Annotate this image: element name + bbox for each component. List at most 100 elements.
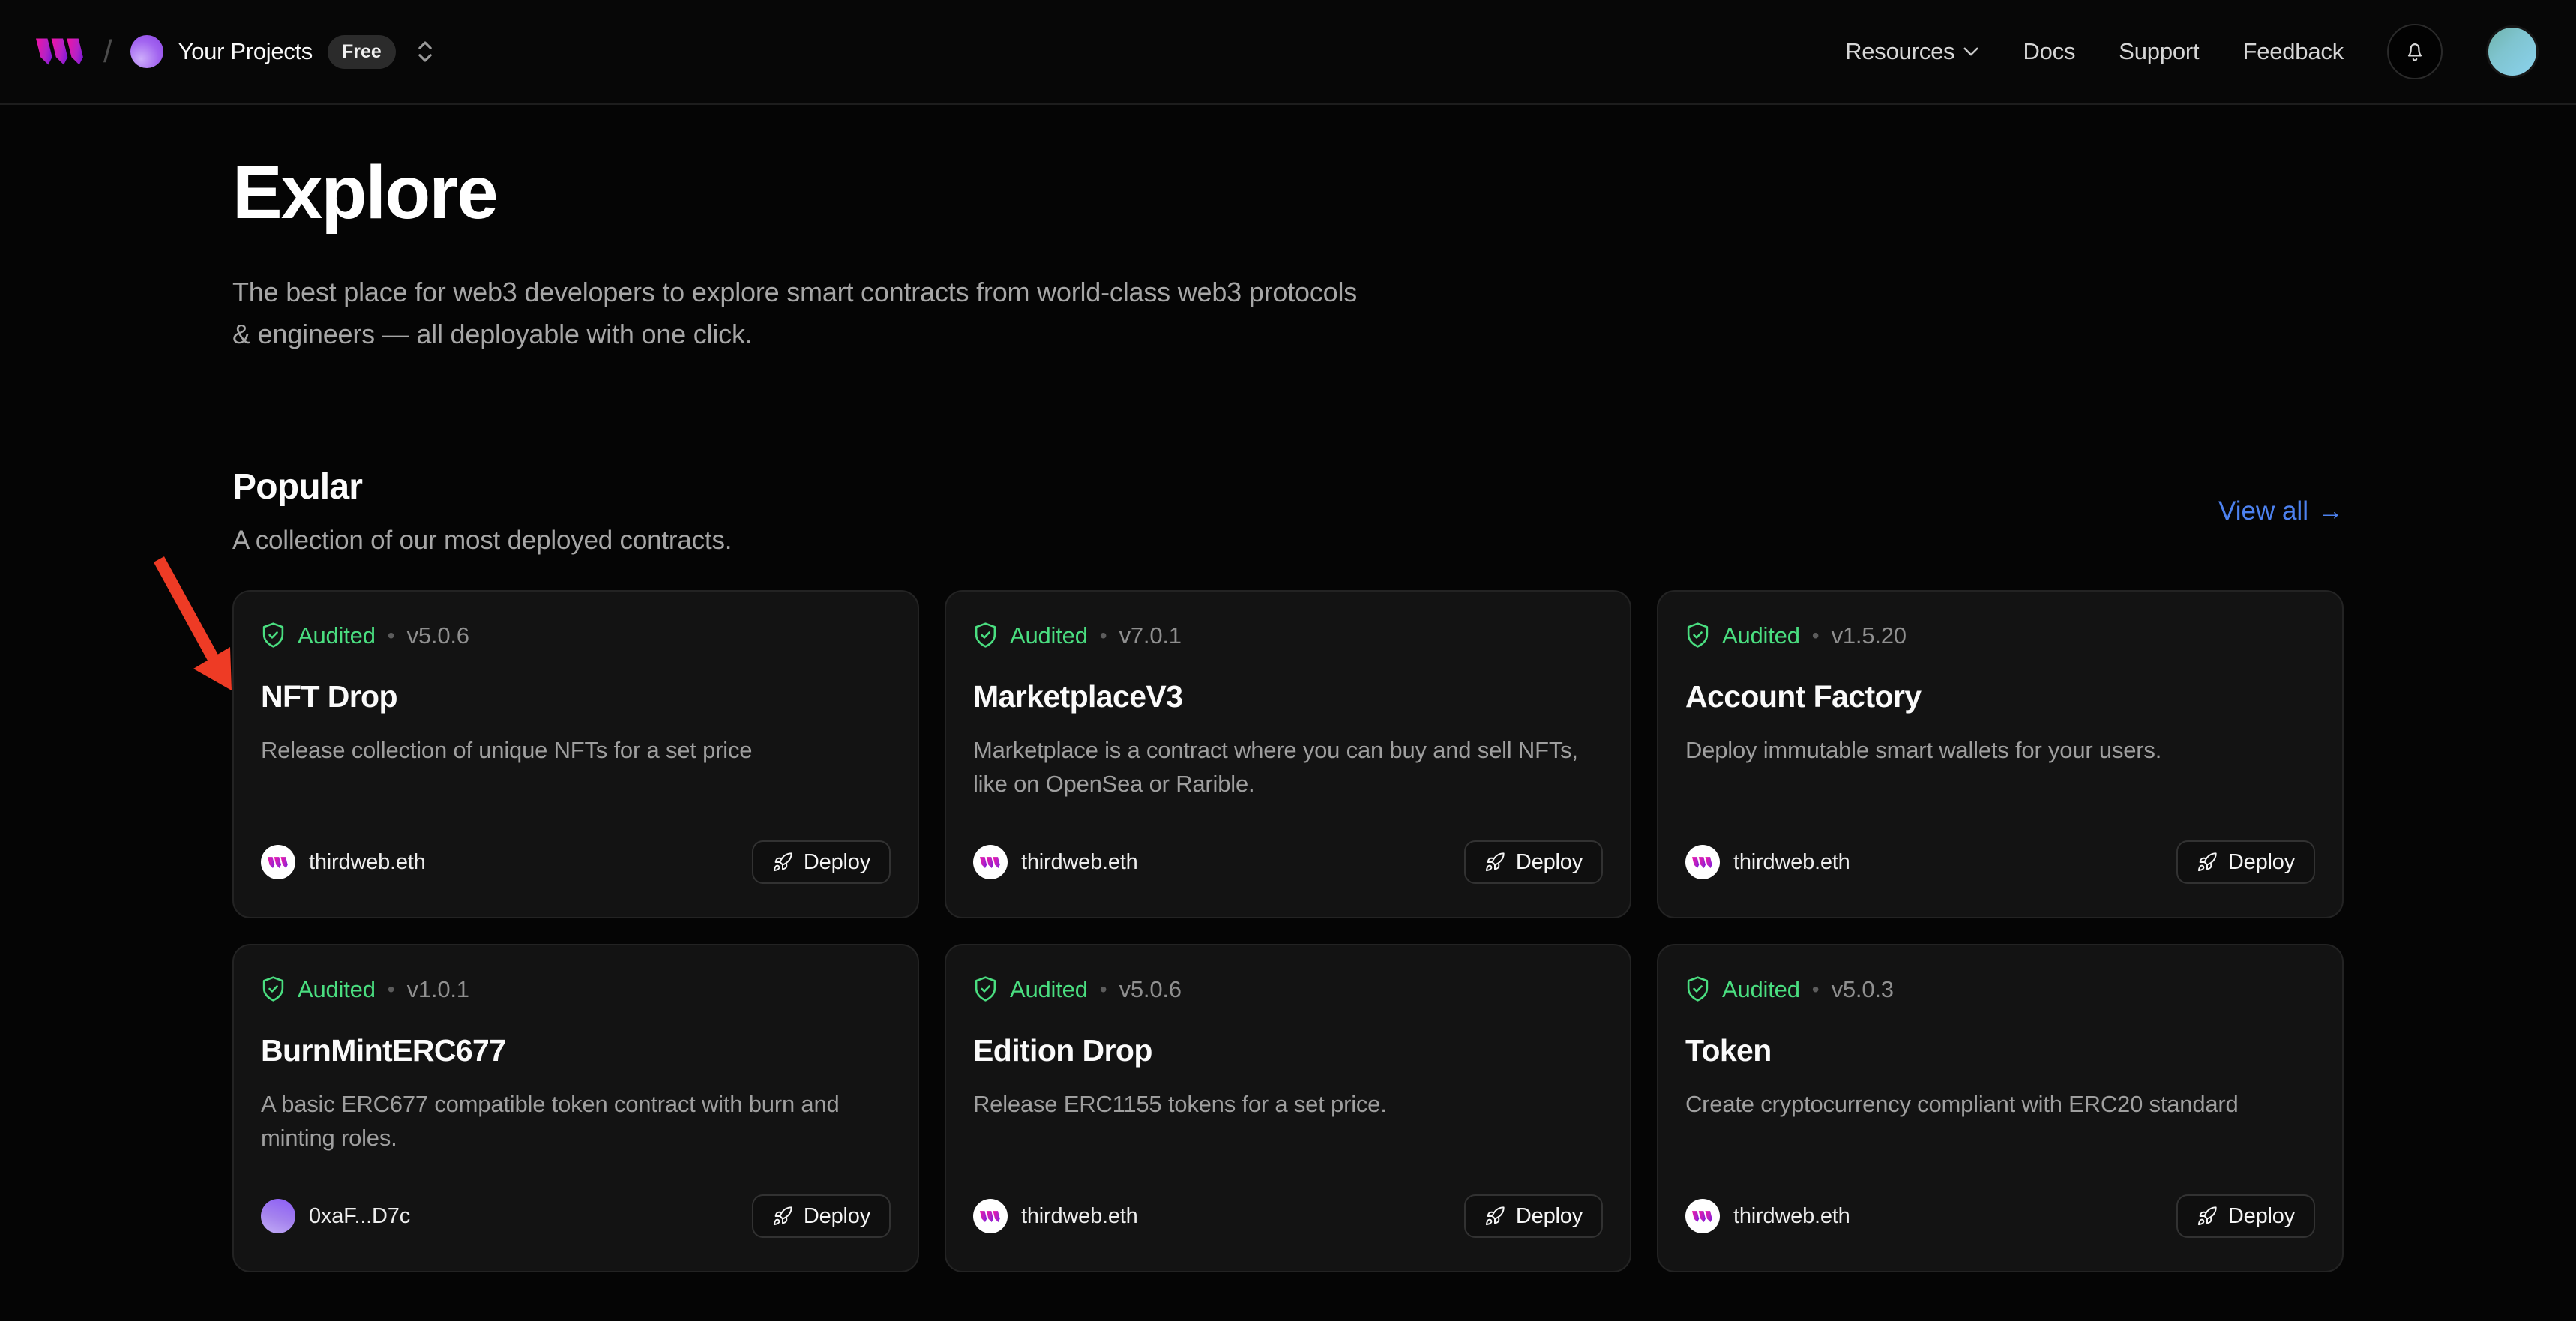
nav-link-support[interactable]: Support — [2119, 38, 2199, 65]
thirdweb-logo[interactable] — [36, 35, 85, 68]
shield-check-icon — [261, 622, 286, 649]
publisher-name: thirdweb.eth — [1733, 1204, 1850, 1229]
deploy-button[interactable]: Deploy — [2176, 1194, 2315, 1238]
bell-icon — [2403, 38, 2427, 65]
contract-card-burnminterc677[interactable]: Audited • v1.0.1 BurnMintERC677 A basic … — [232, 944, 919, 1272]
rocket-icon — [2197, 1206, 2218, 1227]
deploy-label: Deploy — [804, 850, 870, 875]
thirdweb-mini-logo-icon — [1692, 1209, 1713, 1224]
deploy-button[interactable]: Deploy — [752, 1194, 891, 1238]
main-content: Explore The best place for web3 develope… — [232, 105, 2344, 1272]
contract-card-edition-drop[interactable]: Audited • v5.0.6 Edition Drop Release ER… — [945, 944, 1631, 1272]
audited-badge: Audited — [1010, 976, 1088, 1003]
contract-title: Edition Drop — [973, 1033, 1603, 1068]
version-label: v1.5.20 — [1832, 622, 1907, 649]
navbar-right-group: Resources Docs Support Feedback — [1845, 24, 2539, 79]
contract-card-token[interactable]: Audited • v5.0.3 Token Create cryptocurr… — [1657, 944, 2344, 1272]
card-footer: thirdweb.eth Deploy — [261, 840, 891, 884]
view-all-link[interactable]: View all → — [2218, 496, 2344, 526]
contracts-grid: Audited • v5.0.6 NFT Drop Release collec… — [232, 590, 2344, 1272]
notifications-button[interactable] — [2387, 24, 2443, 79]
audited-badge: Audited — [298, 622, 376, 649]
shield-check-icon — [261, 975, 286, 1003]
nav-link-docs[interactable]: Docs — [2023, 38, 2075, 65]
audited-badge: Audited — [298, 976, 376, 1003]
deploy-label: Deploy — [1516, 850, 1583, 875]
audited-badge: Audited — [1010, 622, 1088, 649]
contract-description: Create cryptocurrency compliant with ERC… — [1685, 1088, 2315, 1122]
nav-link-resources[interactable]: Resources — [1845, 38, 1979, 65]
chevron-down-icon — [1963, 46, 1979, 57]
publisher-name: 0xaF...D7c — [309, 1204, 410, 1229]
publisher-name: thirdweb.eth — [309, 850, 426, 875]
project-name: Your Projects — [178, 38, 313, 65]
plan-badge: Free — [328, 35, 396, 69]
arrow-right-icon: → — [2317, 496, 2344, 526]
deploy-label: Deploy — [2228, 1204, 2295, 1229]
contract-title: BurnMintERC677 — [261, 1033, 891, 1068]
rocket-icon — [772, 1206, 793, 1227]
deploy-label: Deploy — [2228, 850, 2295, 875]
publisher-link[interactable]: thirdweb.eth — [261, 845, 426, 879]
card-footer: thirdweb.eth Deploy — [973, 1194, 1603, 1238]
chevron-updown-icon[interactable] — [414, 38, 436, 65]
dot-separator: • — [388, 978, 395, 1002]
badge-row: Audited • v1.0.1 — [261, 975, 891, 1003]
deploy-button[interactable]: Deploy — [1464, 840, 1603, 884]
contract-description: Deploy immutable smart wallets for your … — [1685, 734, 2315, 768]
contract-card-marketplacev3[interactable]: Audited • v7.0.1 MarketplaceV3 Marketpla… — [945, 590, 1631, 918]
contract-card-nft-drop[interactable]: Audited • v5.0.6 NFT Drop Release collec… — [232, 590, 919, 918]
dot-separator: • — [1100, 624, 1107, 648]
version-label: v5.0.6 — [407, 622, 469, 649]
project-switcher[interactable]: Your Projects Free — [130, 35, 436, 69]
top-navbar: / Your Projects Free Resources Docs Supp… — [0, 0, 2576, 105]
rocket-icon — [772, 852, 793, 873]
dot-separator: • — [1812, 624, 1820, 648]
card-footer: 0xaF...D7c Deploy — [261, 1194, 891, 1238]
thirdweb-mini-logo-icon — [980, 1209, 1001, 1224]
badge-row: Audited • v5.0.6 — [973, 975, 1603, 1003]
breadcrumb-separator: / — [103, 34, 112, 70]
audited-badge: Audited — [1722, 976, 1800, 1003]
version-label: v1.0.1 — [407, 976, 469, 1003]
contract-description: Release ERC1155 tokens for a set price. — [973, 1088, 1603, 1122]
contract-title: NFT Drop — [261, 679, 891, 714]
deploy-label: Deploy — [1516, 1204, 1583, 1229]
publisher-link[interactable]: thirdweb.eth — [973, 1199, 1138, 1233]
publisher-avatar — [973, 1199, 1008, 1233]
badge-row: Audited • v7.0.1 — [973, 622, 1603, 649]
shield-check-icon — [973, 975, 998, 1003]
rocket-icon — [1484, 852, 1505, 873]
publisher-avatar — [973, 845, 1008, 879]
popular-subtitle: A collection of our most deployed contra… — [232, 526, 732, 556]
deploy-button[interactable]: Deploy — [752, 840, 891, 884]
shield-check-icon — [1685, 975, 1710, 1003]
rocket-icon — [2197, 852, 2218, 873]
shield-check-icon — [973, 622, 998, 649]
deploy-button[interactable]: Deploy — [1464, 1194, 1603, 1238]
publisher-link[interactable]: thirdweb.eth — [1685, 845, 1850, 879]
contract-card-account-factory[interactable]: Audited • v1.5.20 Account Factory Deploy… — [1657, 590, 2344, 918]
popular-title: Popular — [232, 466, 732, 508]
badge-row: Audited • v5.0.6 — [261, 622, 891, 649]
publisher-avatar — [1685, 1199, 1720, 1233]
publisher-avatar — [261, 845, 295, 879]
contract-title: Token — [1685, 1033, 2315, 1068]
version-label: v5.0.3 — [1832, 976, 1894, 1003]
contract-description: A basic ERC677 compatible token contract… — [261, 1088, 891, 1155]
dot-separator: • — [1100, 978, 1107, 1002]
user-avatar[interactable] — [2486, 25, 2539, 78]
nav-link-feedback[interactable]: Feedback — [2242, 38, 2344, 65]
popular-heading-group: Popular A collection of our most deploye… — [232, 466, 732, 556]
publisher-link[interactable]: 0xaF...D7c — [261, 1199, 410, 1233]
navbar-left-group: / Your Projects Free — [36, 34, 436, 70]
thirdweb-mini-logo-icon — [1692, 855, 1713, 870]
project-avatar — [130, 35, 163, 68]
thirdweb-mini-logo-icon — [980, 855, 1001, 870]
publisher-link[interactable]: thirdweb.eth — [973, 845, 1138, 879]
badge-row: Audited • v1.5.20 — [1685, 622, 2315, 649]
contract-description: Marketplace is a contract where you can … — [973, 734, 1603, 801]
deploy-button[interactable]: Deploy — [2176, 840, 2315, 884]
thirdweb-mini-logo-icon — [268, 855, 289, 870]
publisher-link[interactable]: thirdweb.eth — [1685, 1199, 1850, 1233]
